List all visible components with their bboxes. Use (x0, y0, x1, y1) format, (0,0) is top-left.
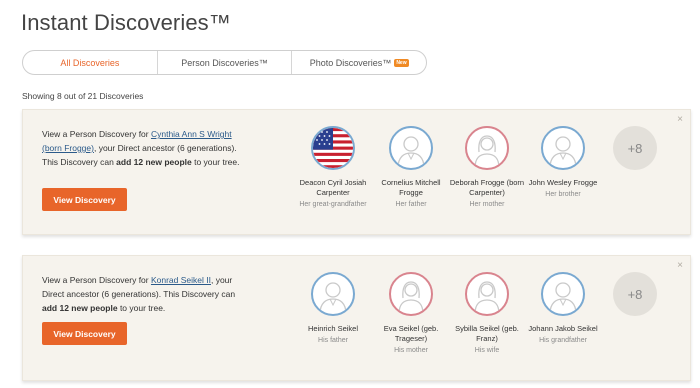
person-relation: His mother (394, 347, 428, 354)
text-before: View a Person Discovery for (42, 275, 151, 285)
view-discovery-button[interactable]: View Discovery (42, 188, 127, 211)
person-relation: Her mother (469, 201, 505, 208)
tab-label: Person Discoveries™ (181, 57, 268, 68)
more-people-button[interactable]: +8 (613, 272, 657, 316)
discovery-card: View a Person Discovery for Konrad Seike… (22, 255, 691, 381)
person-card[interactable]: Sybilla Seikel (geb. Franz) His wife (447, 272, 527, 356)
person-relation: Her great-grandfather (299, 201, 367, 208)
tab-photo-discoveries[interactable]: Photo Discoveries™ New (292, 51, 426, 74)
person-card[interactable]: Cornelius Mitchell Frogge Her father (371, 126, 451, 210)
person-name: Johann Jakob Seikel (528, 324, 598, 333)
text-bold: add 12 new people (116, 157, 192, 167)
male-silhouette-icon (389, 126, 433, 170)
text-before: View a Person Discovery for (42, 129, 151, 139)
person-card[interactable]: John Wesley Frogge Her brother (523, 126, 603, 200)
person-card[interactable]: Eva Seikel (geb. Trageser) His mother (371, 272, 451, 356)
person-name: Deborah Frogge (born Carpenter) (449, 178, 525, 197)
person-name: John Wesley Frogge (528, 178, 598, 187)
person-name: Deacon Cyril Josiah Carpenter (299, 178, 367, 197)
person-relation: His wife (474, 347, 500, 354)
person-relation: His father (318, 337, 348, 344)
person-relation: Her brother (545, 191, 581, 198)
male-silhouette-icon (541, 272, 585, 316)
female-silhouette-icon (465, 126, 509, 170)
person-card[interactable]: Deborah Frogge (born Carpenter) Her moth… (447, 126, 527, 210)
tab-all-discoveries[interactable]: All Discoveries (23, 51, 158, 74)
person-card[interactable]: Heinrich Seikel His father (293, 272, 373, 346)
view-discovery-button[interactable]: View Discovery (42, 322, 127, 345)
results-count: Showing 8 out of 21 Discoveries (22, 91, 144, 101)
female-silhouette-icon (465, 272, 509, 316)
person-name: Eva Seikel (geb. Trageser) (383, 324, 439, 343)
discovery-tabs: All Discoveries Person Discoveries™ Phot… (22, 50, 427, 75)
person-relation: His grandfather (539, 337, 587, 344)
text-after: to your tree. (191, 157, 240, 167)
discovery-description: View a Person Discovery for Konrad Seike… (42, 273, 252, 315)
tab-label: All Discoveries (60, 57, 120, 68)
person-name: Sybilla Seikel (geb. Franz) (455, 324, 519, 343)
person-card[interactable]: Johann Jakob Seikel His grandfather (523, 272, 603, 346)
person-link[interactable]: Konrad Seikel II (151, 275, 211, 285)
male-silhouette-icon (541, 126, 585, 170)
male-silhouette-icon (311, 272, 355, 316)
person-relation: Her father (395, 201, 427, 208)
more-people-button[interactable]: +8 (613, 126, 657, 170)
text-after: to your tree. (117, 303, 166, 313)
person-name: Cornelius Mitchell Frogge (381, 178, 441, 197)
person-name: Heinrich Seikel (307, 324, 359, 333)
us-flag-avatar (311, 126, 355, 170)
text-bold: add 12 new people (42, 303, 118, 313)
close-icon[interactable]: × (677, 114, 683, 125)
tab-person-discoveries[interactable]: Person Discoveries™ (158, 51, 293, 74)
person-card[interactable]: Deacon Cyril Josiah Carpenter Her great-… (293, 126, 373, 210)
close-icon[interactable]: × (677, 260, 683, 271)
tab-label: Photo Discoveries™ (309, 57, 392, 68)
discovery-description: View a Person Discovery for Cynthia Ann … (42, 127, 252, 169)
female-silhouette-icon (389, 272, 433, 316)
page-title: Instant Discoveries™ (21, 10, 231, 35)
new-badge: New (394, 58, 409, 67)
discovery-card: View a Person Discovery for Cynthia Ann … (22, 109, 691, 235)
